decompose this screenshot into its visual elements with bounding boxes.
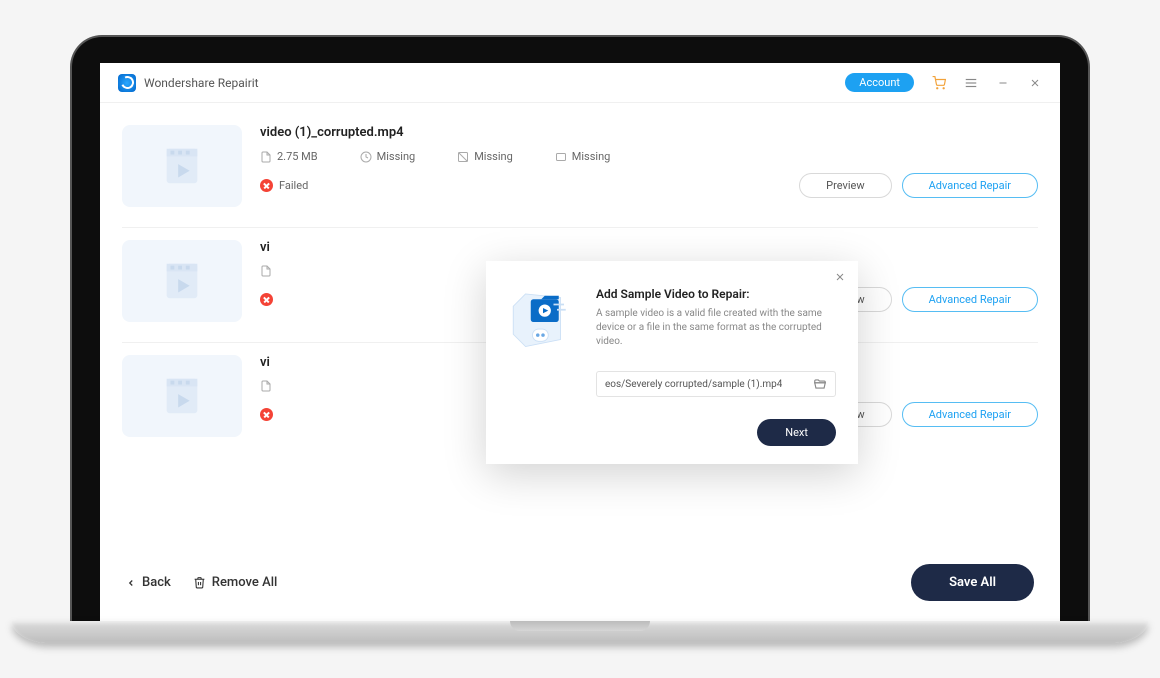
codec-icon (555, 151, 567, 163)
remove-all-button[interactable]: Remove All (193, 575, 278, 590)
failed-icon (260, 293, 273, 306)
file-name: video (1)_corrupted.mp4 (260, 125, 1038, 140)
clock-icon (360, 151, 372, 163)
file-duration: Missing (377, 150, 416, 163)
add-sample-modal: Add Sample Video to Repair: A sample vid… (486, 261, 858, 464)
modal-description: A sample video is a valid file created w… (596, 307, 836, 349)
app-logo-icon (118, 74, 136, 92)
save-all-button[interactable]: Save All (911, 564, 1034, 601)
file-icon (260, 380, 272, 392)
video-thumbnail-icon (122, 125, 242, 207)
advanced-repair-button[interactable]: Advanced Repair (902, 402, 1038, 427)
preview-button[interactable]: Preview (799, 173, 891, 198)
cart-icon[interactable] (932, 76, 946, 90)
file-icon (260, 265, 272, 277)
file-resolution: Missing (474, 150, 513, 163)
file-row: video (1)_corrupted.mp4 2.75 MB Missing … (122, 113, 1038, 228)
status-label: Failed (279, 179, 308, 192)
menu-icon[interactable] (964, 76, 978, 90)
resolution-icon (457, 151, 469, 163)
video-thumbnail-icon (122, 240, 242, 322)
modal-close-icon[interactable] (834, 271, 846, 283)
file-icon (260, 151, 272, 163)
video-thumbnail-icon (122, 355, 242, 437)
file-name: vi (260, 240, 1038, 255)
titlebar: Wondershare Repairit Account (100, 63, 1060, 103)
trash-icon (193, 576, 206, 589)
chevron-left-icon (126, 578, 136, 588)
modal-title: Add Sample Video to Repair: (596, 287, 836, 301)
folder-illustration-icon (508, 287, 578, 357)
failed-icon (260, 179, 273, 192)
file-codec: Missing (572, 150, 611, 163)
advanced-repair-button[interactable]: Advanced Repair (902, 173, 1038, 198)
minimize-icon[interactable] (996, 76, 1010, 90)
laptop-base (12, 621, 1148, 643)
folder-open-icon[interactable] (813, 377, 827, 391)
file-size: 2.75 MB (277, 150, 318, 163)
sample-path-value: eos/Severely corrupted/sample (1).mp4 (605, 379, 782, 390)
advanced-repair-button[interactable]: Advanced Repair (902, 287, 1038, 312)
app-window: Wondershare Repairit Account (100, 63, 1060, 621)
next-button[interactable]: Next (757, 419, 836, 446)
account-button[interactable]: Account (845, 73, 914, 92)
back-button[interactable]: Back (126, 575, 171, 590)
sample-path-field[interactable]: eos/Severely corrupted/sample (1).mp4 (596, 371, 836, 397)
failed-icon (260, 408, 273, 421)
app-name: Wondershare Repairit (144, 76, 259, 90)
footer-bar: Back Remove All Save All (100, 548, 1060, 621)
close-icon[interactable] (1028, 76, 1042, 90)
